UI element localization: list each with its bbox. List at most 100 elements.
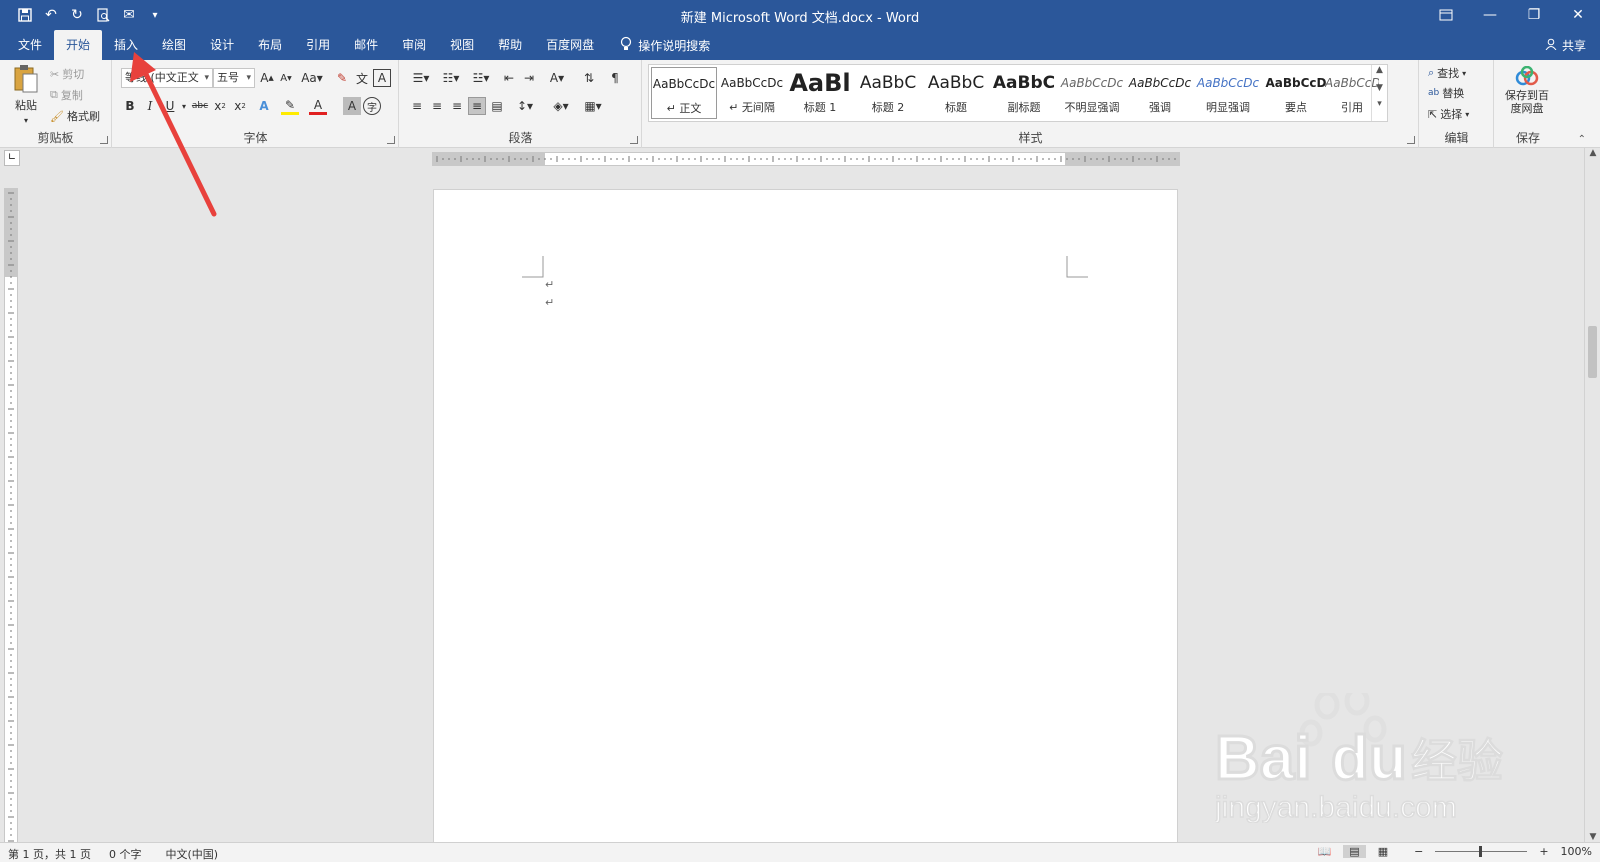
character-shading-icon[interactable]: A bbox=[343, 97, 361, 115]
change-case-icon[interactable]: Aa▾ bbox=[299, 69, 325, 87]
style-subtitle[interactable]: AaBbC 副标题 bbox=[991, 67, 1057, 119]
find-button[interactable]: ⌕ 查找 ▾ bbox=[1428, 65, 1466, 81]
zoom-level[interactable]: 100% bbox=[1561, 845, 1592, 858]
tab-review[interactable]: 审阅 bbox=[390, 30, 438, 60]
tab-layout[interactable]: 布局 bbox=[246, 30, 294, 60]
styles-gallery-scroll[interactable]: ▲ ▼ ▾ bbox=[1371, 65, 1387, 121]
language-indicator[interactable]: 中文(中国) bbox=[165, 846, 218, 862]
close-icon[interactable]: ✕ bbox=[1556, 0, 1600, 30]
select-button[interactable]: ⇱ 选择 ▾ bbox=[1428, 106, 1469, 122]
read-mode-icon[interactable]: 📖 bbox=[1318, 845, 1332, 858]
strikethrough-icon[interactable]: abc bbox=[191, 97, 209, 115]
clipboard-dialog-launcher[interactable] bbox=[100, 136, 108, 144]
subscript-icon[interactable]: x2 bbox=[211, 97, 229, 115]
distributed-icon[interactable]: ▤ bbox=[488, 97, 506, 115]
tab-mailings[interactable]: 邮件 bbox=[342, 30, 390, 60]
character-border-icon[interactable]: A bbox=[373, 69, 391, 87]
tab-home[interactable]: 开始 bbox=[54, 30, 103, 60]
shading-icon[interactable]: ◈▾ bbox=[548, 97, 574, 115]
restore-icon[interactable]: ❐ bbox=[1512, 0, 1556, 30]
style-strong[interactable]: AaBbCcD 要点 bbox=[1263, 67, 1329, 119]
style-title[interactable]: AaBbC 标题 bbox=[923, 67, 989, 119]
tab-help[interactable]: 帮助 bbox=[486, 30, 534, 60]
align-center-icon[interactable]: ≡ bbox=[428, 97, 446, 115]
web-layout-icon[interactable]: ▦ bbox=[1378, 845, 1388, 858]
superscript-icon[interactable]: x2 bbox=[231, 97, 249, 115]
vertical-ruler[interactable] bbox=[4, 188, 18, 848]
replace-button[interactable]: ab 替换 bbox=[1428, 85, 1464, 101]
bullets-icon[interactable]: ☰▾ bbox=[408, 69, 434, 87]
chevron-up-icon[interactable]: ▲ bbox=[1372, 65, 1387, 75]
horizontal-ruler[interactable] bbox=[432, 152, 1180, 166]
show-formatting-icon[interactable]: ¶ bbox=[606, 69, 624, 87]
style-no-spacing[interactable]: AaBbCcDc ↵ 无间隔 bbox=[719, 67, 785, 119]
minimize-icon[interactable]: — bbox=[1468, 0, 1512, 30]
align-left-icon[interactable]: ≡ bbox=[408, 97, 426, 115]
zoom-in-icon[interactable]: + bbox=[1539, 845, 1548, 858]
tab-file[interactable]: 文件 bbox=[6, 30, 54, 60]
ribbon-display-options-icon[interactable] bbox=[1424, 0, 1468, 30]
bold-icon[interactable]: B bbox=[121, 97, 139, 115]
font-name-combo[interactable]: 等线 (中文正文 bbox=[121, 68, 213, 88]
copy-button[interactable]: ⧉ 复制 bbox=[50, 87, 83, 103]
asian-layout-icon[interactable]: A▾ bbox=[544, 69, 570, 87]
highlight-icon[interactable]: ✎ bbox=[281, 97, 299, 115]
multilevel-list-icon[interactable]: ☳▾ bbox=[468, 69, 494, 87]
tab-baidu-netdisk[interactable]: 百度网盘 bbox=[534, 30, 606, 60]
clear-formatting-icon[interactable]: ✎ bbox=[333, 69, 351, 87]
cut-button[interactable]: ✂ 剪切 bbox=[50, 66, 84, 82]
vertical-scrollbar[interactable]: ▲ ▼ bbox=[1584, 148, 1600, 842]
tab-view[interactable]: 视图 bbox=[438, 30, 486, 60]
style-emphasis[interactable]: AaBbCcDc 强调 bbox=[1127, 67, 1193, 119]
tab-selector[interactable]: ∟ bbox=[4, 150, 20, 166]
tab-design[interactable]: 设计 bbox=[198, 30, 246, 60]
text-effects-icon[interactable]: A bbox=[255, 97, 273, 115]
styles-gallery: AaBbCcDc ↵ 正文 AaBbCcDc ↵ 无间隔 AaBl 标题 1 A… bbox=[648, 64, 1388, 122]
tell-me-search[interactable]: 操作说明搜索 bbox=[620, 30, 710, 60]
style-intense-emphasis[interactable]: AaBbCcDc 明显强调 bbox=[1195, 67, 1261, 119]
borders-icon[interactable]: ▦▾ bbox=[580, 97, 606, 115]
tab-references[interactable]: 引用 bbox=[294, 30, 342, 60]
sort-icon[interactable]: ⇅ bbox=[580, 69, 598, 87]
word-count[interactable]: 0 个字 bbox=[109, 846, 142, 862]
style-label: 明显强调 bbox=[1206, 101, 1250, 114]
gallery-more-icon[interactable]: ▾ bbox=[1372, 99, 1387, 109]
line-spacing-icon[interactable]: ↕▾ bbox=[512, 97, 538, 115]
style-subtle-emphasis[interactable]: AaBbCcDc 不明显强调 bbox=[1059, 67, 1125, 119]
format-painter-button[interactable]: 🖌 格式刷 bbox=[50, 108, 100, 124]
font-dialog-launcher[interactable] bbox=[387, 136, 395, 144]
decrease-indent-icon[interactable]: ⇤ bbox=[500, 69, 518, 87]
zoom-slider-thumb[interactable] bbox=[1479, 846, 1483, 857]
document-page[interactable]: ↵ ↵ bbox=[433, 189, 1178, 847]
save-to-baidu-button[interactable]: 保存到百度网盘 bbox=[1497, 66, 1557, 115]
grow-font-icon[interactable]: A ▲ bbox=[258, 69, 276, 87]
italic-icon[interactable]: I bbox=[141, 97, 159, 115]
zoom-slider[interactable] bbox=[1435, 846, 1528, 857]
tab-insert[interactable]: 插入 bbox=[102, 30, 150, 60]
numbering-icon[interactable]: ☷▾ bbox=[438, 69, 464, 87]
page-count[interactable]: 第 1 页，共 1 页 bbox=[8, 846, 91, 862]
style-heading-2[interactable]: AaBbC 标题 2 bbox=[855, 67, 921, 119]
enclose-characters-icon[interactable]: 字 bbox=[363, 97, 381, 115]
align-right-icon[interactable]: ≡ bbox=[448, 97, 466, 115]
font-size-combo[interactable]: 五号 bbox=[213, 68, 255, 88]
tab-draw[interactable]: 绘图 bbox=[150, 30, 198, 60]
phonetic-guide-icon[interactable]: 文 bbox=[353, 69, 371, 87]
scroll-thumb[interactable] bbox=[1588, 326, 1597, 378]
zoom-out-icon[interactable]: − bbox=[1414, 845, 1423, 858]
style-normal[interactable]: AaBbCcDc ↵ 正文 bbox=[651, 67, 717, 119]
justify-icon[interactable]: ≡ bbox=[468, 97, 486, 115]
print-layout-icon[interactable]: ▤ bbox=[1343, 845, 1366, 858]
paragraph-dialog-launcher[interactable] bbox=[630, 136, 638, 144]
chevron-down-icon[interactable]: ▼ bbox=[1372, 83, 1387, 93]
font-color-icon[interactable]: A bbox=[309, 97, 327, 115]
share-button[interactable]: 共享 bbox=[1545, 37, 1586, 54]
style-heading-1[interactable]: AaBl 标题 1 bbox=[787, 67, 853, 119]
increase-indent-icon[interactable]: ⇥ bbox=[520, 69, 538, 87]
scroll-up-icon[interactable]: ▲ bbox=[1585, 148, 1600, 158]
styles-dialog-launcher[interactable] bbox=[1407, 136, 1415, 144]
shrink-font-icon[interactable]: A ▼ bbox=[277, 69, 295, 87]
paste-button[interactable]: 粘贴 ▾ bbox=[8, 64, 44, 125]
collapse-ribbon-icon[interactable]: ⌃ bbox=[1578, 134, 1586, 145]
scroll-down-icon[interactable]: ▼ bbox=[1585, 832, 1600, 842]
